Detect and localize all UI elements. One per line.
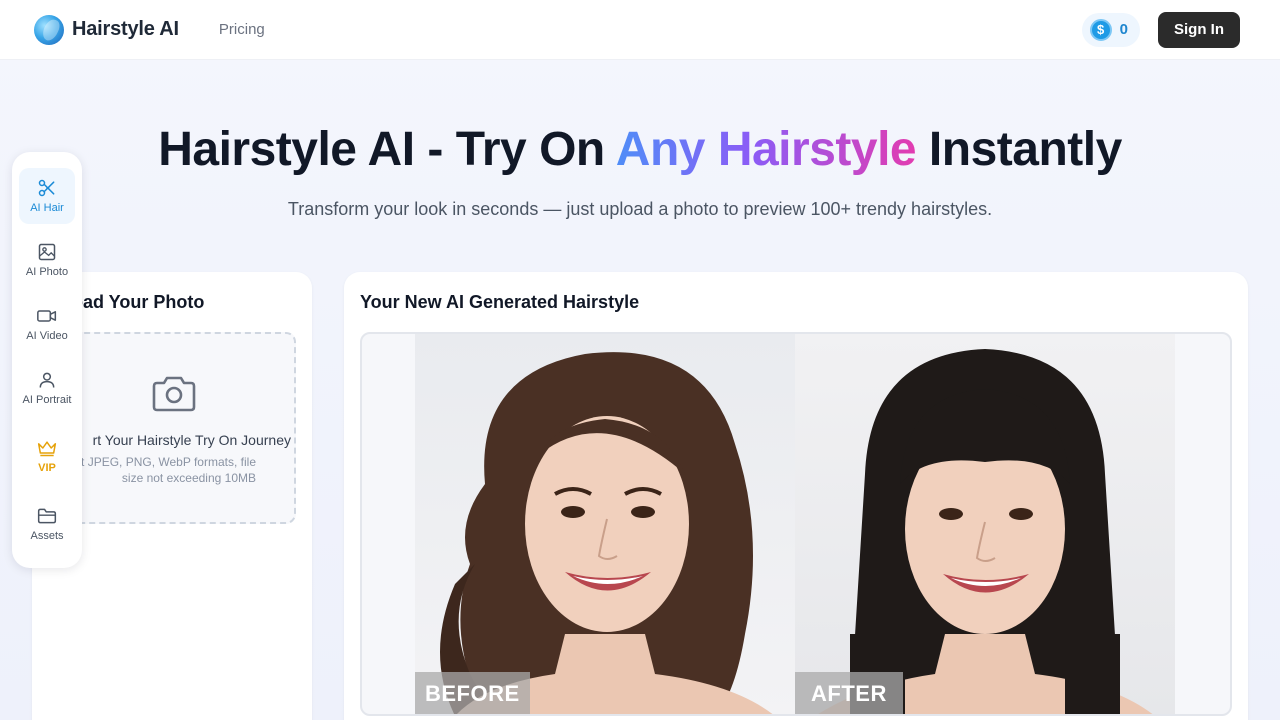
page-title: Hairstyle AI - Try On Any Hairstyle Inst… bbox=[0, 122, 1280, 177]
upload-card-title: oad Your Photo bbox=[72, 292, 205, 312]
scissors-icon bbox=[38, 179, 55, 197]
sidebar-item-label: AI Hair bbox=[30, 202, 64, 214]
after-label: AFTER bbox=[795, 672, 903, 714]
video-icon bbox=[37, 310, 57, 322]
upload-hint-line1: port JPEG, PNG, WebP formats, file bbox=[63, 455, 256, 469]
sidebar-item-label: VIP bbox=[38, 462, 56, 474]
header-actions: $ 0 Sign In bbox=[1081, 11, 1240, 48]
upload-hint-line2: size not exceeding 10MB bbox=[121, 471, 256, 485]
tool-sidebar: AI Hair AI Photo AI Video AI Portrait VI… bbox=[12, 152, 82, 568]
sidebar-item-ai-video[interactable]: AI Video bbox=[19, 296, 75, 352]
before-portrait-image bbox=[440, 352, 773, 714]
credits-badge[interactable]: $ 0 bbox=[1081, 12, 1140, 47]
title-prefix: Hairstyle AI - Try On bbox=[158, 123, 616, 176]
crown-icon bbox=[37, 441, 57, 457]
camera-icon bbox=[152, 376, 196, 412]
after-portrait-image bbox=[818, 349, 1153, 714]
brand-name: Hairstyle AI bbox=[72, 18, 179, 40]
result-card-title: Your New AI Generated Hairstyle bbox=[360, 292, 640, 312]
before-photo: BEFORE bbox=[415, 334, 795, 714]
folder-icon bbox=[37, 508, 57, 524]
sidebar-item-ai-portrait[interactable]: AI Portrait bbox=[19, 360, 75, 416]
logo-icon bbox=[34, 14, 64, 45]
title-highlight: Any Hairstyle bbox=[615, 123, 917, 176]
sidebar-item-label: Assets bbox=[30, 530, 64, 542]
person-icon bbox=[39, 372, 55, 388]
sidebar-item-assets[interactable]: Assets bbox=[19, 496, 75, 552]
nav-pricing-link[interactable]: Pricing bbox=[219, 21, 265, 38]
sidebar-item-vip[interactable]: VIP bbox=[19, 428, 75, 484]
sidebar-item-label: AI Video bbox=[26, 330, 68, 342]
page-subtitle: Transform your look in seconds — just up… bbox=[287, 199, 993, 219]
sidebar-item-ai-hair[interactable]: AI Hair bbox=[19, 168, 75, 224]
coin-icon: $ bbox=[1089, 18, 1112, 41]
result-card: Your New AI Generated Hairstyle BEFORE A… bbox=[344, 272, 1248, 720]
brand-logo[interactable]: Hairstyle AI bbox=[34, 14, 179, 45]
before-after-preview: BEFORE AFTER bbox=[360, 332, 1232, 716]
image-icon bbox=[38, 243, 56, 261]
credit-count: 0 bbox=[1119, 21, 1128, 38]
top-header: Hairstyle AI Pricing $ 0 Sign In bbox=[0, 0, 1280, 60]
after-photo: AFTER bbox=[795, 334, 1175, 714]
upload-main-text: rt Your Hairstyle Try On Journey bbox=[92, 432, 291, 448]
sign-in-button[interactable]: Sign In bbox=[1158, 11, 1240, 48]
sidebar-item-label: AI Portrait bbox=[22, 394, 72, 406]
before-label: BEFORE bbox=[415, 672, 530, 714]
sidebar-item-ai-photo[interactable]: AI Photo bbox=[19, 232, 75, 288]
sidebar-item-label: AI Photo bbox=[25, 266, 69, 278]
title-suffix: Instantly bbox=[916, 123, 1122, 176]
